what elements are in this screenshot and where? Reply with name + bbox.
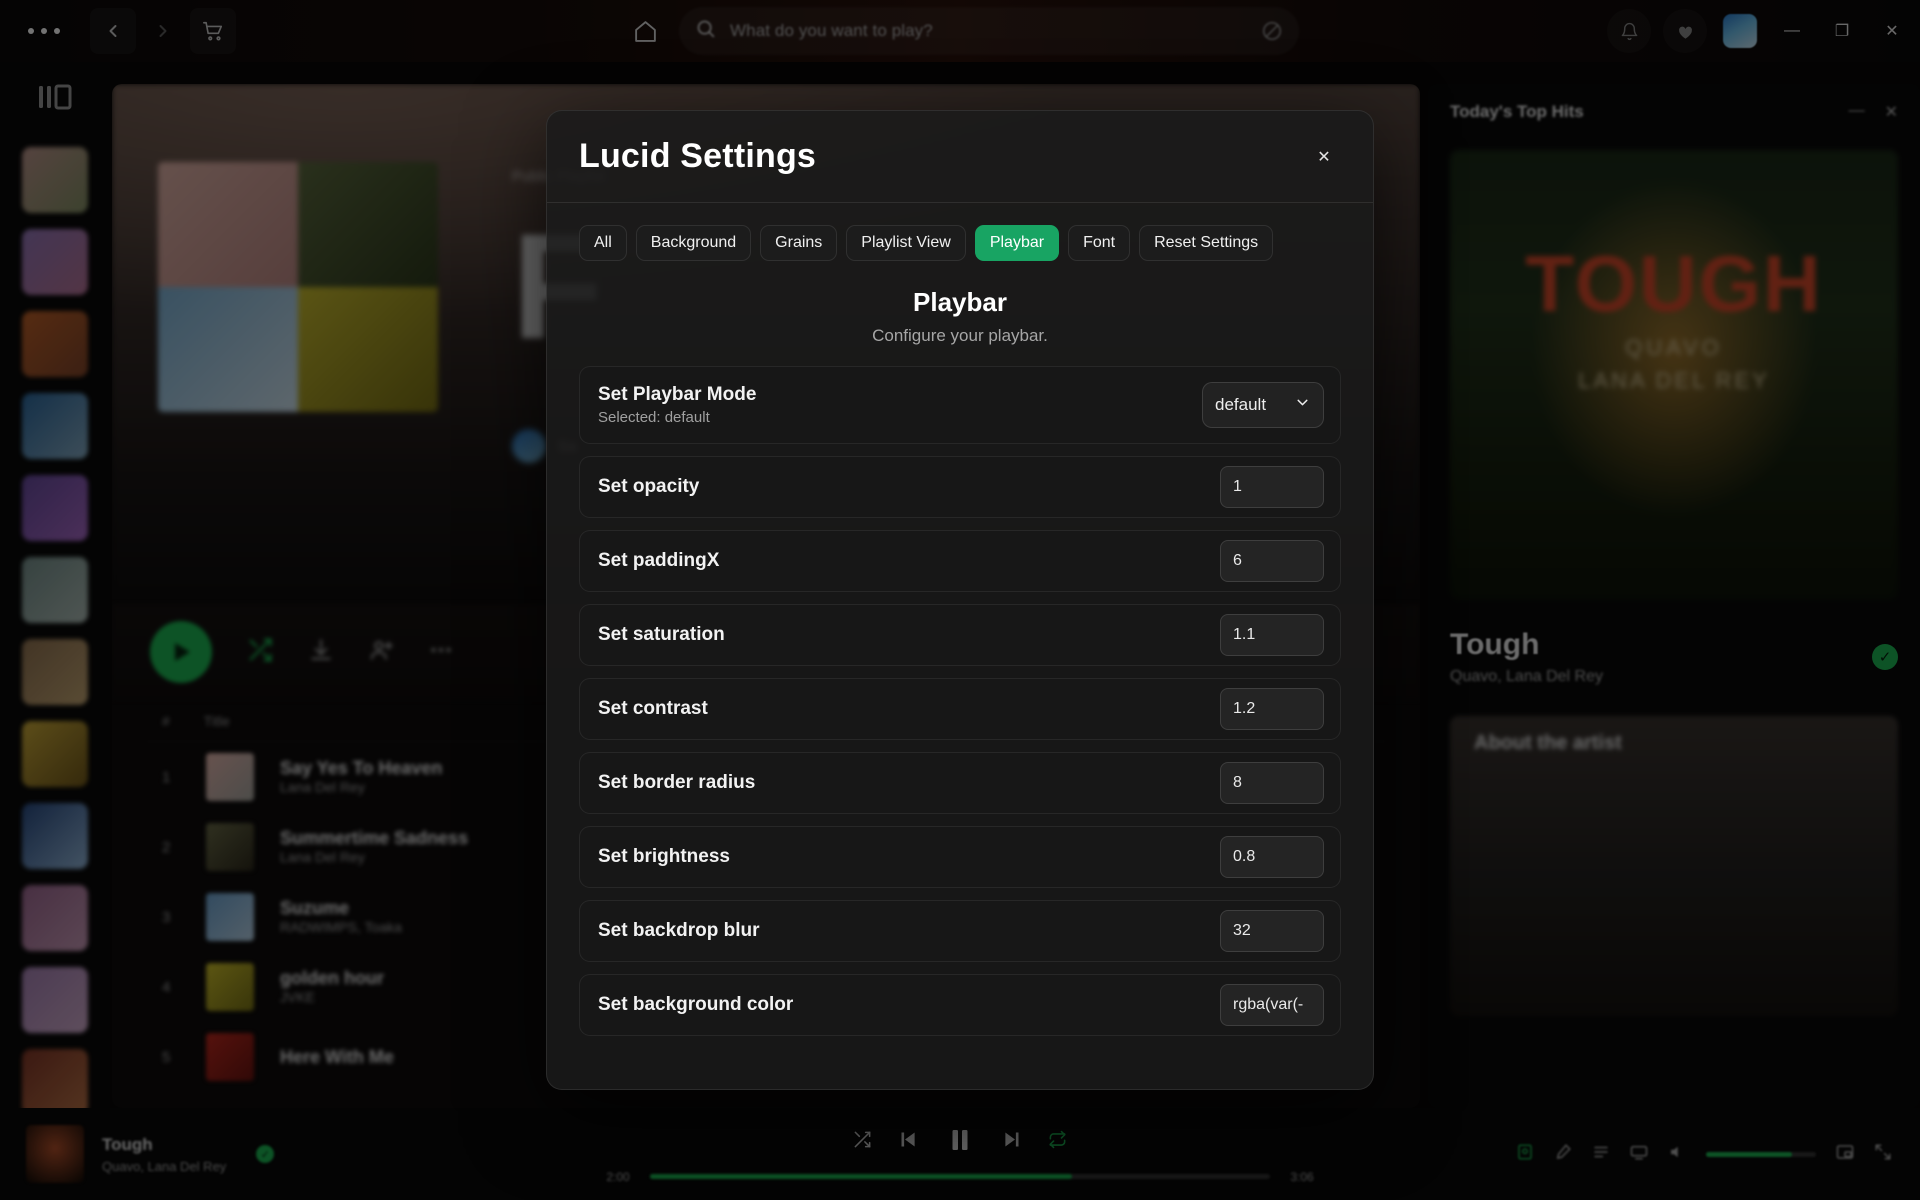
tab-playbar[interactable]: Playbar — [974, 225, 1060, 261]
setting-label: Set brightness — [598, 846, 730, 867]
tab-reset-settings[interactable]: Reset Settings — [1139, 225, 1274, 261]
setting-input[interactable]: rgba(var(- — [1220, 984, 1324, 1026]
setting-label: Set saturation — [598, 624, 725, 645]
playbar-mode-select[interactable]: default — [1202, 382, 1324, 428]
tab-font[interactable]: Font — [1068, 225, 1131, 261]
tab-background[interactable]: Background — [635, 225, 752, 261]
setting-label: Set opacity — [598, 476, 700, 497]
tab-all[interactable]: All — [579, 225, 627, 261]
dialog-title: Lucid Settings — [579, 137, 817, 175]
setting-row-set-brightness: Set brightness 0.8 — [579, 826, 1341, 888]
setting-input[interactable]: 6 — [1220, 540, 1324, 582]
setting-label: Set border radius — [598, 772, 756, 793]
setting-sublabel: Selected: default — [598, 409, 710, 426]
setting-row-set-opacity: Set opacity 1 — [579, 456, 1341, 518]
setting-input[interactable]: 8 — [1220, 762, 1324, 804]
setting-row-set-backdrop-blur: Set backdrop blur 32 — [579, 900, 1341, 962]
settings-rows: Set Playbar Mode Selected: default defau… — [547, 366, 1373, 1089]
setting-input[interactable]: 1.2 — [1220, 688, 1324, 730]
tab-grains[interactable]: Grains — [760, 225, 838, 261]
setting-input[interactable]: 1.1 — [1220, 614, 1324, 656]
chevron-down-icon — [1294, 394, 1311, 416]
setting-label: Set background color — [598, 994, 794, 1015]
lucid-settings-dialog: Lucid Settings ✕ All Background Grains Play… — [546, 110, 1374, 1090]
setting-label: Set contrast — [598, 698, 708, 719]
setting-label: Set paddingX — [598, 550, 720, 571]
setting-row-playbar-mode: Set Playbar Mode Selected: default defau… — [579, 366, 1341, 444]
section-title: Playbar — [913, 287, 1007, 317]
setting-input[interactable]: 0.8 — [1220, 836, 1324, 878]
playbar-mode-value: default — [1215, 395, 1267, 414]
setting-input[interactable]: 1 — [1220, 466, 1324, 508]
tab-playlist-view[interactable]: Playlist View — [846, 225, 966, 261]
setting-row-set-paddingx: Set paddingX 6 — [579, 530, 1341, 592]
setting-row-set-saturation: Set saturation 1.1 — [579, 604, 1341, 666]
dialog-header: Lucid Settings ✕ — [547, 111, 1373, 203]
setting-label: Set backdrop blur — [598, 920, 760, 941]
setting-row-set-contrast: Set contrast 1.2 — [579, 678, 1341, 740]
setting-row-set-border-radius: Set border radius 8 — [579, 752, 1341, 814]
dialog-close-button[interactable]: ✕ — [1307, 140, 1341, 174]
setting-input[interactable]: 32 — [1220, 910, 1324, 952]
setting-label: Set Playbar Mode — [598, 384, 757, 405]
settings-tab-bar: All Background Grains Playlist View Playbar F… — [547, 203, 1373, 261]
section-subtitle: Configure your playbar. — [872, 326, 1048, 345]
setting-row-set-background-color: Set background color rgba(var(- — [579, 974, 1341, 1036]
